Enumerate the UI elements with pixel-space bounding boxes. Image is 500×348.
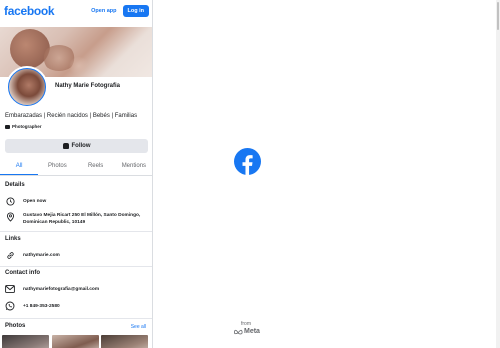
tab-reels[interactable]: Reels [77, 158, 115, 175]
photo-thumbnail[interactable] [101, 335, 148, 348]
page-name: Nathy Marie Fotografia [55, 83, 121, 89]
top-actions: Open app Log in [91, 5, 149, 17]
hours-row: Open now [5, 196, 46, 206]
facebook-logo[interactable]: facebook [4, 4, 55, 18]
profile-picture[interactable] [6, 66, 48, 108]
follow-button[interactable]: Follow [5, 139, 148, 153]
photos-heading: Photos [5, 323, 26, 329]
tab-all[interactable]: All [0, 158, 39, 175]
page-scrollbar[interactable] [496, 0, 500, 348]
follow-label: Follow [71, 143, 91, 149]
website-row[interactable]: nathymarie.com [5, 250, 60, 260]
details-heading: Details [5, 182, 25, 188]
category-label: Photographer [12, 124, 42, 129]
whatsapp-icon [5, 301, 15, 311]
links-heading: Links [5, 236, 21, 242]
email-text[interactable]: nathymariefotografia@gmail.com [23, 284, 99, 293]
clock-icon [5, 196, 15, 206]
top-bar: facebook Open app Log in [0, 0, 152, 22]
briefcase-icon [5, 124, 10, 129]
divider [0, 266, 152, 267]
profile-column: facebook Open app Log in Nathy Marie Fot… [0, 0, 153, 348]
hours-status: Open now [23, 198, 47, 204]
phone-text[interactable]: +1 849-353-2580 [23, 301, 60, 310]
tab-mentions[interactable]: Mentions [115, 158, 152, 175]
mail-icon [5, 284, 15, 294]
tab-photos[interactable]: Photos [38, 158, 76, 175]
photo-thumbnail[interactable] [52, 335, 99, 348]
meta-infinity-icon [234, 329, 243, 334]
address-text: Gustavo Mejia Ricart 250 El Millón, Sant… [23, 213, 141, 225]
website-link[interactable]: nathymarie.com [23, 250, 60, 259]
contact-heading: Contact info [5, 270, 40, 276]
divider [0, 318, 152, 319]
divider [0, 231, 152, 232]
profile-tabs: All Photos Reels Mentions [0, 158, 152, 176]
login-button[interactable]: Log in [122, 5, 149, 17]
meta-wordmark: Meta [244, 328, 260, 335]
facebook-logo-icon [234, 148, 261, 175]
location-pin-icon [5, 212, 15, 222]
page-bio: Embarazadas | Recién nacidos | Bebés | F… [5, 113, 138, 119]
link-icon [5, 250, 15, 260]
see-all-link[interactable]: See all [131, 324, 146, 330]
scrollbar-thumb[interactable] [497, 2, 499, 30]
from-label: from [241, 321, 251, 327]
email-row[interactable]: nathymariefotografia@gmail.com [5, 284, 99, 294]
open-app-link[interactable]: Open app [91, 8, 116, 14]
page-category: Photographer [5, 124, 42, 129]
address-row[interactable]: Gustavo Mejia Ricart 250 El Millón, Sant… [5, 212, 143, 226]
phone-row[interactable]: +1 849-353-2580 [5, 301, 60, 311]
photo-thumbnail[interactable] [2, 335, 49, 348]
avatar [8, 68, 46, 106]
follow-icon [62, 143, 69, 149]
meta-logo: Meta [234, 328, 260, 335]
